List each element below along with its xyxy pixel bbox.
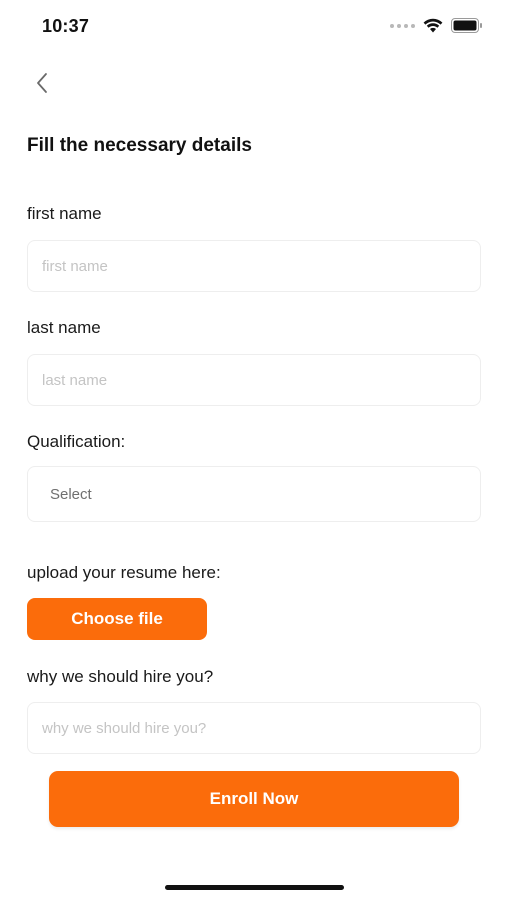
last-name-input[interactable] [28, 355, 480, 405]
why-hire-input[interactable] [28, 703, 480, 753]
home-indicator [165, 885, 344, 890]
qualification-label: Qualification: [27, 432, 126, 451]
first-name-input[interactable] [28, 241, 480, 291]
why-hire-label: why we should hire you? [27, 667, 214, 686]
back-button[interactable] [28, 68, 56, 98]
qualification-selected-value: Select [50, 485, 92, 503]
enroll-now-button[interactable]: Enroll Now [49, 771, 459, 827]
qualification-select[interactable]: Select [27, 466, 481, 522]
status-time: 10:37 [42, 16, 90, 36]
status-icons [390, 18, 483, 33]
choose-file-button[interactable]: Choose file [27, 598, 207, 640]
resume-label: upload your resume here: [27, 563, 221, 582]
why-hire-field-box [27, 702, 481, 754]
status-bar: 10:37 [0, 0, 507, 52]
last-name-label: last name [27, 318, 101, 337]
first-name-field-box [27, 240, 481, 292]
first-name-label: first name [27, 204, 102, 223]
last-name-field-box [27, 354, 481, 406]
chevron-left-icon [37, 73, 47, 93]
wifi-icon [423, 18, 443, 33]
page-title: Fill the necessary details [27, 135, 252, 156]
cellular-signal-icon [390, 23, 415, 28]
battery-icon [451, 18, 482, 33]
